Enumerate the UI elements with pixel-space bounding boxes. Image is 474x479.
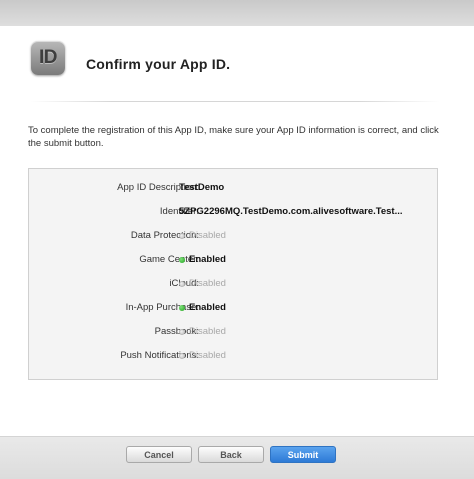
service-row-push-notifications: Push Notifications: Disabled [29,349,439,363]
status-dot-icon [179,257,185,263]
app-id-icon: ID [31,41,65,75]
cancel-button[interactable]: Cancel [126,446,192,463]
intro-text: To complete the registration of this App… [28,125,439,149]
service-status: Disabled [179,229,226,243]
app-id-icon-label: ID [39,47,58,68]
status-text: Enabled [189,302,226,313]
page-title: Confirm your App ID. [86,56,231,72]
status-text: Disabled [189,230,226,241]
detail-row-description: App ID Description: TestDemo [29,181,439,195]
service-status: Disabled [179,349,226,363]
service-status: Disabled [179,325,226,339]
status-dot-icon [179,353,185,359]
detail-row-identifier: Identifier: 5ZPG2296MQ.TestDemo.com.aliv… [29,205,439,219]
status-dot-icon [179,281,185,287]
status-dot-icon [179,329,185,335]
window-top-band [0,0,474,26]
service-row-passbook: Passbook: Disabled [29,325,439,339]
status-dot-icon [179,233,185,239]
service-row-data-protection: Data Protection: Disabled [29,229,439,243]
service-row-icloud: iCloud: Disabled [29,277,439,291]
app-id-details-panel: App ID Description: TestDemo Identifier:… [28,168,438,380]
status-text: Disabled [189,350,226,361]
status-text: Disabled [189,326,226,337]
service-status: Enabled [179,253,226,267]
service-status: Enabled [179,301,226,315]
service-row-in-app-purchase: In-App Purchase: Enabled [29,301,439,315]
status-text: Enabled [189,254,226,265]
status-dot-icon [179,305,185,311]
detail-value: 5ZPG2296MQ.TestDemo.com.alivesoftware.Te… [179,206,403,217]
detail-value: TestDemo [179,182,225,193]
status-text: Disabled [189,278,226,289]
service-row-game-center: Game Center: Enabled [29,253,439,267]
back-button[interactable]: Back [198,446,264,463]
service-status: Disabled [179,277,226,291]
header-divider [30,101,440,102]
submit-button[interactable]: Submit [270,446,336,463]
